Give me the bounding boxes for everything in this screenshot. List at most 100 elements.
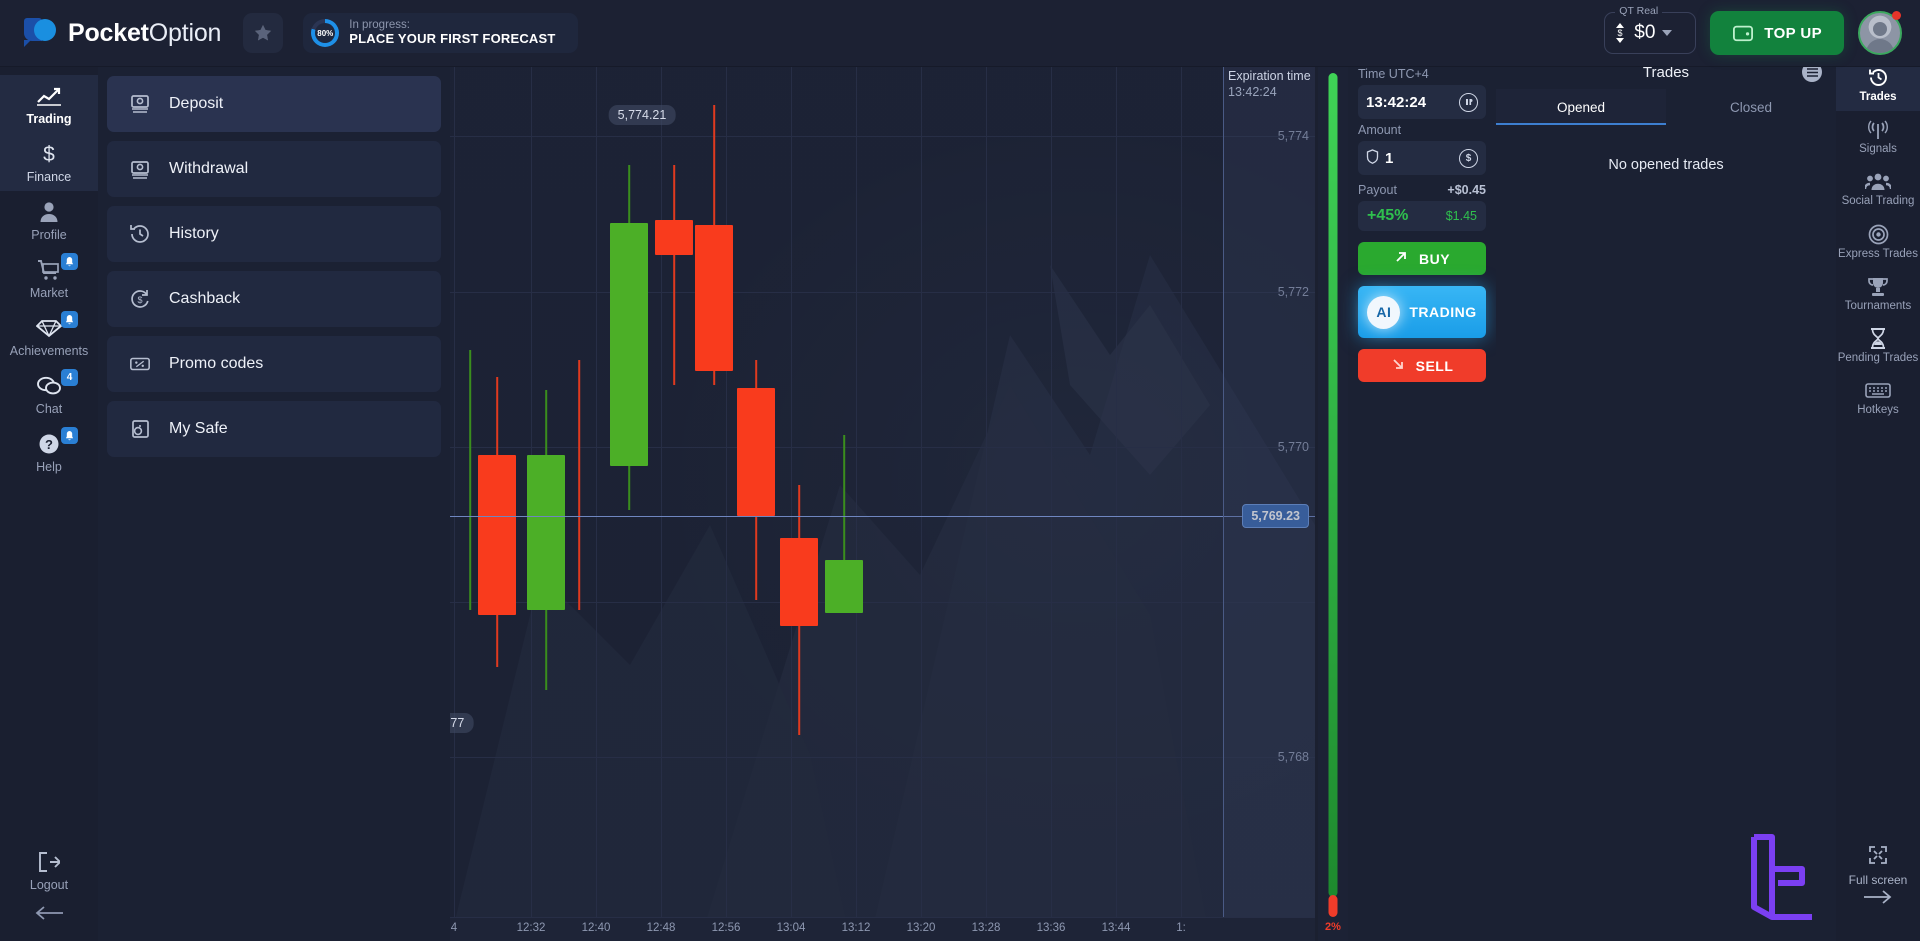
amount-value: 1	[1385, 149, 1394, 167]
trade-controls-panel: Time UTC+4 13:42:24 Amount 1 $ Payout +$…	[1348, 55, 1496, 941]
trades-tabs: Opened Closed	[1496, 89, 1836, 125]
finance-item-cashback[interactable]: $ Cashback	[107, 271, 441, 327]
ai-badge-icon: AI	[1367, 295, 1401, 329]
finance-menu-panel: Deposit Withdrawal History $ Cashback Pr…	[98, 67, 450, 941]
right-item-tournaments[interactable]: Tournaments	[1836, 268, 1920, 320]
right-label-express-trades: Express Trades	[1838, 247, 1918, 260]
diamond-icon	[36, 316, 62, 340]
expand-right-arrow-icon[interactable]	[1863, 890, 1893, 909]
wallet-icon	[1733, 25, 1754, 42]
x-tick-3: 12:48	[646, 922, 676, 934]
trades-panel: Trades Opened Closed No opened trades	[1496, 55, 1836, 941]
table-row	[780, 485, 818, 735]
finance-label-my-safe: My Safe	[169, 420, 228, 437]
right-label-trades: Trades	[1859, 91, 1897, 103]
top-up-button[interactable]: TOP UP	[1710, 11, 1844, 55]
favorites-button[interactable]	[243, 13, 284, 53]
tab-closed[interactable]: Closed	[1666, 89, 1836, 125]
sidebar-item-achievements[interactable]: Achievements	[0, 307, 98, 365]
sentiment-down-track	[1328, 895, 1338, 917]
brand-bold: Pocket	[68, 18, 149, 47]
x-tick-9: 13:36	[1036, 922, 1066, 934]
brand-logo[interactable]: PocketOption	[24, 18, 221, 48]
finance-item-deposit[interactable]: Deposit	[107, 76, 441, 132]
session-low-label: 5,766.77	[450, 713, 474, 733]
sidebar-item-profile[interactable]: Profile	[0, 191, 98, 249]
swap-vertical-icon: $	[1613, 22, 1627, 44]
tab-closed-label: Closed	[1729, 99, 1773, 115]
sell-button[interactable]: SELL	[1358, 349, 1486, 382]
chevron-down-icon[interactable]	[1662, 30, 1673, 36]
account-type-label: QT Real	[1615, 5, 1663, 17]
x-tick-7: 13:20	[906, 922, 936, 934]
market-badge	[61, 253, 78, 270]
user-icon	[39, 200, 59, 224]
arrow-down-right-icon	[1391, 357, 1405, 374]
price-chart[interactable]: 5,774 5,772 5,770 5,768 5,769.23 5,774.2…	[450, 55, 1315, 941]
sidebar-item-trading[interactable]: Trading	[0, 75, 98, 133]
finance-item-promo-codes[interactable]: Promo codes	[107, 336, 441, 392]
fullscreen-button[interactable]: Full screen	[1838, 845, 1918, 909]
x-tick-0: 4	[450, 922, 458, 934]
sell-label: SELL	[1415, 357, 1454, 374]
tab-opened[interactable]: Opened	[1496, 89, 1666, 125]
cashback-icon: $	[129, 288, 151, 310]
finance-label-promo-codes: Promo codes	[169, 355, 264, 372]
ai-trading-button[interactable]: AI TRADING	[1358, 286, 1486, 338]
right-item-pending-trades[interactable]: Pending Trades	[1836, 320, 1920, 372]
expiry-time-field[interactable]: 13:42:24	[1358, 85, 1486, 119]
payout-add-amount: +$0.45	[1447, 183, 1486, 197]
session-high-label: 5,774.21	[608, 105, 676, 125]
svg-text:$: $	[1618, 28, 1623, 38]
sidebar-item-market[interactable]: Market	[0, 249, 98, 307]
app-root: PocketOption 80% In progress: PLACE YOUR…	[0, 0, 1920, 941]
finance-item-my-safe[interactable]: My Safe	[107, 401, 441, 457]
sidebar-item-help[interactable]: ? Help	[0, 423, 98, 481]
progress-title: PLACE YOUR FIRST FORECAST	[349, 31, 556, 47]
svg-text:?: ?	[45, 437, 53, 452]
finance-item-withdrawal[interactable]: Withdrawal	[107, 141, 441, 197]
hourglass-icon	[1869, 328, 1887, 350]
dollar-circle-icon[interactable]: $	[1459, 148, 1478, 168]
sidebar-label-finance: Finance	[26, 170, 72, 184]
expiration-zone: Expiration time 13:42:24	[1223, 55, 1315, 941]
shield-icon	[1366, 148, 1379, 168]
logout-button[interactable]: Logout	[0, 850, 98, 892]
progress-ring-icon: 80%	[311, 19, 340, 47]
payout-total: $1.45	[1445, 209, 1477, 223]
sidebar-label-trading: Trading	[26, 112, 72, 126]
right-item-hotkeys[interactable]: Hotkeys	[1836, 372, 1920, 424]
finance-item-history[interactable]: History	[107, 206, 441, 262]
payout-box: +45% $1.45	[1358, 201, 1486, 231]
logout-icon	[38, 850, 60, 874]
user-avatar-button[interactable]	[1858, 11, 1902, 55]
progress-banner[interactable]: 80% In progress: PLACE YOUR FIRST FORECA…	[303, 13, 578, 53]
star-icon	[254, 24, 272, 41]
svg-text:$: $	[137, 295, 142, 305]
right-item-social-trading[interactable]: Social Trading	[1836, 163, 1920, 215]
account-balance-selector[interactable]: QT Real $ $0	[1604, 5, 1697, 54]
people-icon	[1865, 171, 1891, 192]
table-row	[577, 360, 581, 610]
fullscreen-label: Full screen	[1848, 873, 1908, 887]
sidebar-label-market: Market	[29, 286, 69, 300]
sidebar-item-finance[interactable]: $ Finance	[0, 133, 98, 191]
x-tick-2: 12:40	[581, 922, 611, 934]
right-item-signals[interactable]: Signals	[1836, 111, 1920, 163]
chat-icon	[36, 374, 62, 398]
chart-line-icon	[36, 84, 62, 108]
sidebar-item-chat[interactable]: 4 Chat	[0, 365, 98, 423]
right-item-express-trades[interactable]: Express Trades	[1836, 216, 1920, 268]
table-row	[737, 360, 775, 600]
sentiment-bar[interactable]: 98% 2%	[1318, 55, 1348, 941]
x-tick-10: 13:44	[1101, 922, 1131, 934]
clock-mode-icon[interactable]	[1459, 92, 1478, 112]
collapse-sidebar-button[interactable]	[34, 906, 64, 925]
chat-badge: 4	[61, 369, 78, 386]
expiry-time-value: 13:42:24	[1366, 93, 1427, 111]
amount-field[interactable]: 1 $	[1358, 141, 1486, 175]
x-tick-4: 12:56	[711, 922, 741, 934]
payout-percent: +45%	[1367, 207, 1409, 224]
buy-label: BUY	[1418, 250, 1451, 267]
buy-button[interactable]: BUY	[1358, 242, 1486, 275]
